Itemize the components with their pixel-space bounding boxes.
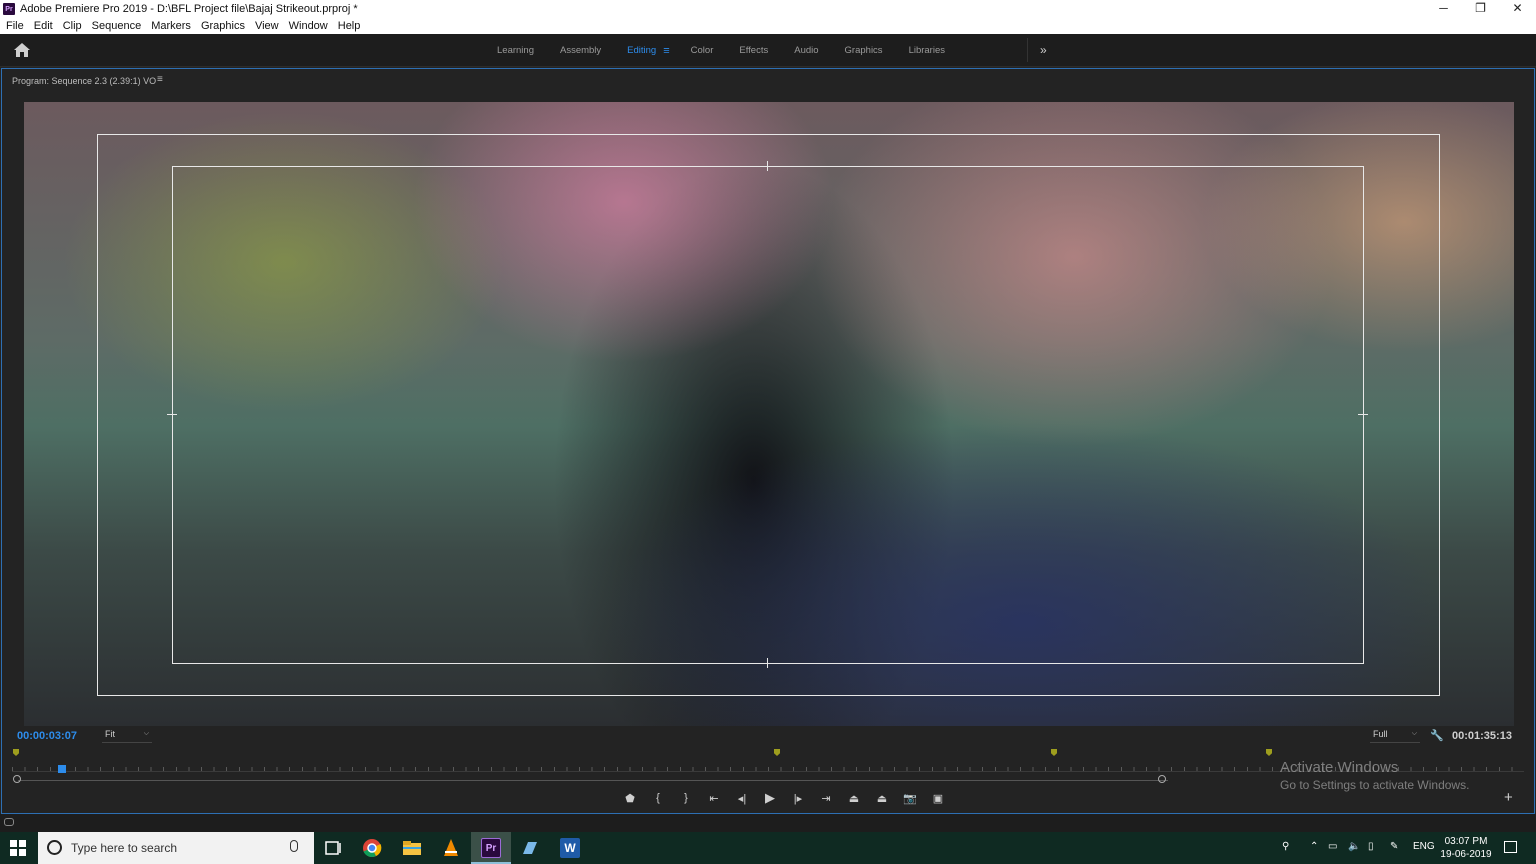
- transport-controls: ⬟ { } ⇤ ◂| ▶ |▸ ⇥ ⏏ ⏏ 📷 ▣: [616, 790, 952, 806]
- tab-audio[interactable]: Audio: [781, 45, 831, 56]
- action-center-icon[interactable]: [1504, 841, 1517, 853]
- menu-help[interactable]: Help: [338, 20, 361, 32]
- menu-sequence[interactable]: Sequence: [92, 20, 142, 32]
- menu-edit[interactable]: Edit: [34, 20, 53, 32]
- microphone-icon[interactable]: [290, 840, 298, 852]
- button-editor-button[interactable]: +: [1504, 789, 1513, 806]
- compare-view-button[interactable]: ▣: [924, 792, 952, 805]
- battery-icon[interactable]: ▭: [1328, 841, 1337, 852]
- top-center-mark: [767, 161, 768, 171]
- step-back-button[interactable]: ◂|: [728, 792, 756, 805]
- title-safe-guide: [172, 166, 1364, 664]
- taskbar-search-box[interactable]: Type here to search: [38, 832, 314, 864]
- tab-graphics[interactable]: Graphics: [832, 45, 896, 56]
- title-bar: Pr Adobe Premiere Pro 2019 - D:\BFL Proj…: [0, 0, 1536, 18]
- menu-clip[interactable]: Clip: [63, 20, 82, 32]
- workspace-tabs: Learning Assembly Editing ≡ Color Effect…: [484, 34, 958, 67]
- vlc-icon[interactable]: [441, 838, 461, 858]
- premiere-icon: Pr: [481, 838, 501, 858]
- device-icon[interactable]: ▯: [1368, 841, 1374, 852]
- add-marker-button[interactable]: ⬟: [616, 792, 644, 805]
- marker[interactable]: [13, 749, 19, 756]
- resolution-value: Full: [1373, 729, 1388, 739]
- right-center-mark: [1358, 414, 1368, 415]
- windows-taskbar: Type here to search Pr W ⚲ ⌃ ▭ 🔈 ▯ ✎ ENG…: [0, 832, 1536, 864]
- panel-title: Program: Sequence 2.3 (2.39:1) VO: [12, 76, 157, 86]
- zoom-level-value: Fit: [105, 729, 115, 739]
- tab-assembly[interactable]: Assembly: [547, 45, 614, 56]
- go-to-out-button[interactable]: ⇥: [812, 792, 840, 805]
- taskbar-clock[interactable]: 03:07 PM 19-06-2019: [1440, 835, 1492, 861]
- status-icon[interactable]: [4, 818, 14, 826]
- clock-date: 19-06-2019: [1440, 849, 1492, 860]
- menu-markers[interactable]: Markers: [151, 20, 191, 32]
- go-to-in-button[interactable]: ⇤: [700, 792, 728, 805]
- lift-button[interactable]: ⏏: [840, 792, 868, 805]
- zoom-scroll-bar[interactable]: [18, 780, 1168, 781]
- people-icon[interactable]: ⚲: [1282, 841, 1289, 852]
- playback-resolution-dropdown[interactable]: Full ⌵: [1370, 729, 1420, 743]
- menu-bar: File Edit Clip Sequence Markers Graphics…: [0, 18, 1536, 34]
- tab-effects[interactable]: Effects: [726, 45, 781, 56]
- watermark-line-2: Go to Settings to activate Windows.: [1280, 778, 1470, 792]
- minimize-button[interactable]: ─: [1425, 0, 1462, 18]
- marker[interactable]: [1266, 749, 1272, 756]
- menu-graphics[interactable]: Graphics: [201, 20, 245, 32]
- window-title: Adobe Premiere Pro 2019 - D:\BFL Project…: [20, 3, 358, 15]
- tab-libraries[interactable]: Libraries: [896, 45, 958, 56]
- more-workspaces-icon[interactable]: »: [1040, 43, 1047, 57]
- wrench-icon[interactable]: 🔧: [1430, 729, 1444, 742]
- close-button[interactable]: ✕: [1499, 0, 1536, 18]
- word-icon[interactable]: W: [560, 838, 580, 858]
- scroll-right-handle[interactable]: [1158, 775, 1166, 783]
- chevron-up-icon[interactable]: ⌃: [1310, 841, 1318, 852]
- pen-icon[interactable]: ✎: [1390, 841, 1398, 852]
- monitor-controls-row: 00:00:03:07 Fit ⌵ Full ⌵ 🔧 00:01:35:13: [2, 729, 1534, 745]
- task-view-icon[interactable]: [324, 838, 342, 858]
- menu-view[interactable]: View: [255, 20, 279, 32]
- watermark-line-1: Activate Windows: [1280, 759, 1399, 776]
- chrome-icon[interactable]: [362, 838, 382, 858]
- chevron-down-icon: ⌵: [1411, 730, 1417, 737]
- program-monitor-panel: Program: Sequence 2.3 (2.39:1) VO ≡ 00:0…: [1, 68, 1535, 814]
- marker[interactable]: [1051, 749, 1057, 756]
- cortana-icon: [47, 840, 62, 855]
- scroll-left-handle[interactable]: [13, 775, 21, 783]
- mark-in-button[interactable]: {: [644, 792, 672, 804]
- windows-start-icon[interactable]: [10, 840, 26, 856]
- playhead[interactable]: [58, 765, 66, 773]
- mark-out-button[interactable]: }: [672, 792, 700, 804]
- home-icon[interactable]: [14, 43, 30, 57]
- chevron-down-icon: ⌵: [143, 730, 149, 737]
- clock-time: 03:07 PM: [1444, 836, 1488, 847]
- search-placeholder: Type here to search: [71, 841, 178, 855]
- panel-menu-icon[interactable]: ≡: [157, 74, 163, 85]
- menu-file[interactable]: File: [6, 20, 24, 32]
- window-controls: ─ ❐ ✕: [1425, 0, 1536, 18]
- menu-window[interactable]: Window: [289, 20, 328, 32]
- export-frame-button[interactable]: 📷: [896, 792, 924, 805]
- language-indicator[interactable]: ENG: [1413, 841, 1435, 852]
- zoom-level-dropdown[interactable]: Fit ⌵: [102, 729, 152, 743]
- tab-learning[interactable]: Learning: [484, 45, 547, 56]
- left-center-mark: [167, 414, 177, 415]
- tab-editing[interactable]: Editing: [614, 45, 669, 56]
- step-forward-button[interactable]: |▸: [784, 792, 812, 805]
- restore-button[interactable]: ❐: [1462, 0, 1499, 18]
- extract-button[interactable]: ⏏: [868, 792, 896, 805]
- activate-windows-watermark: Activate Windows Go to Settings to activ…: [1280, 759, 1469, 792]
- status-bar: [0, 814, 1536, 832]
- workspace-bar: Learning Assembly Editing ≡ Color Effect…: [0, 34, 1536, 67]
- play-button[interactable]: ▶: [756, 790, 784, 806]
- premiere-app-icon: Pr: [3, 3, 15, 15]
- current-timecode[interactable]: 00:00:03:07: [17, 730, 77, 742]
- photos-icon[interactable]: [520, 838, 540, 858]
- tab-color[interactable]: Color: [678, 45, 727, 56]
- volume-icon[interactable]: 🔈: [1348, 841, 1360, 852]
- file-explorer-icon[interactable]: [402, 838, 422, 858]
- bottom-center-mark: [767, 658, 768, 668]
- duration-timecode: 00:01:35:13: [1452, 730, 1512, 742]
- workspace-divider: [1027, 38, 1028, 62]
- marker[interactable]: [774, 749, 780, 756]
